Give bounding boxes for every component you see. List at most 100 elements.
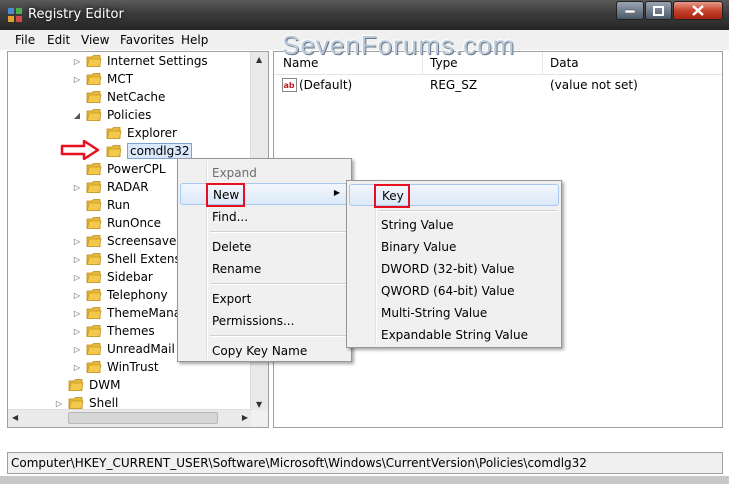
maximize-icon — [653, 5, 664, 16]
folder-icon — [86, 55, 102, 67]
status-bar: Computer\HKEY_CURRENT_USER\Software\Micr… — [7, 452, 723, 474]
taskbar-edge — [0, 476, 729, 484]
context-menu: Expand New ▶ Find... Delete Rename Expor… — [177, 158, 352, 362]
scroll-down-icon[interactable]: ▼ — [256, 400, 262, 409]
menu-item-label: Binary Value — [381, 240, 457, 254]
value-type: REG_SZ — [430, 78, 478, 92]
expand-icon[interactable]: ▷ — [72, 255, 82, 264]
window-title: Registry Editor — [28, 7, 124, 22]
menu-item-find[interactable]: Find... — [180, 206, 349, 228]
tree-item-label: Themes — [107, 324, 155, 338]
folder-icon — [68, 379, 84, 391]
tree-item[interactable]: PowerCPL — [72, 160, 166, 178]
menu-item-rename[interactable]: Rename — [180, 258, 349, 280]
folder-icon — [86, 253, 102, 265]
menu-view[interactable]: View — [81, 33, 109, 47]
tree-item[interactable]: ▷ Sidebar — [72, 268, 153, 286]
folder-icon — [86, 307, 102, 319]
expand-icon[interactable]: ▷ — [72, 183, 82, 192]
menu-item-expandable-string-value[interactable]: Expandable String Value — [349, 324, 559, 346]
maximize-button[interactable] — [645, 1, 672, 20]
tree-item[interactable]: ▷ MCT — [72, 70, 133, 88]
red-arrow-icon — [60, 140, 100, 160]
close-button[interactable] — [673, 1, 723, 20]
menu-separator — [210, 231, 346, 233]
menu-item-copy-key-name[interactable]: Copy Key Name — [180, 340, 349, 362]
menu-item-export[interactable]: Export — [180, 288, 349, 310]
tree-item-label: WinTrust — [107, 360, 159, 374]
title-bar[interactable]: Registry Editor — [0, 0, 729, 30]
tree-item[interactable]: ▷ UnreadMail — [72, 340, 175, 358]
scroll-left-icon[interactable]: ◀ — [12, 413, 18, 422]
menu-file[interactable]: File — [15, 33, 35, 47]
tree-item-label: Telephony — [107, 288, 168, 302]
column-header-data[interactable]: Data — [550, 56, 579, 70]
menu-item-delete[interactable]: Delete — [180, 236, 349, 258]
list-row-default[interactable]: ab (Default) REG_SZ (value not set) — [274, 77, 722, 95]
scroll-right-icon[interactable]: ▶ — [242, 413, 248, 422]
close-icon — [692, 5, 704, 16]
folder-icon — [86, 343, 102, 355]
minimize-button[interactable] — [616, 1, 644, 20]
tree-item[interactable]: ▷ Screensavers — [72, 232, 188, 250]
tree-item[interactable]: Run — [72, 196, 130, 214]
svg-text:ab: ab — [284, 81, 295, 90]
menu-item-binary-value[interactable]: Binary Value — [349, 236, 559, 258]
folder-icon — [106, 127, 122, 139]
menu-item-label: Export — [212, 292, 252, 306]
tree-item-label: UnreadMail — [107, 342, 175, 356]
scroll-thumb[interactable] — [68, 412, 218, 424]
minimize-icon — [625, 9, 635, 13]
tree-item-label: Policies — [107, 108, 152, 122]
menu-item-multi-string-value[interactable]: Multi-String Value — [349, 302, 559, 324]
expand-icon[interactable]: ▷ — [72, 291, 82, 300]
menu-item-string-value[interactable]: String Value — [349, 214, 559, 236]
tree-item[interactable]: ▷ ThemeManag — [72, 304, 189, 322]
folder-icon — [86, 199, 102, 211]
menu-item-permissions[interactable]: Permissions... — [180, 310, 349, 332]
folder-icon — [86, 361, 102, 373]
folder-icon — [86, 163, 102, 175]
tree-item[interactable]: ▷ WinTrust — [72, 358, 159, 376]
folder-icon — [106, 145, 122, 157]
tree-item[interactable]: Explorer — [92, 124, 177, 142]
expand-icon[interactable]: ▷ — [72, 363, 82, 372]
tree-item[interactable]: DWM — [54, 376, 120, 394]
tree-item[interactable]: ▷ RADAR — [72, 178, 149, 196]
menu-item-dword-value[interactable]: DWORD (32-bit) Value — [349, 258, 559, 280]
collapse-icon[interactable]: ◢ — [72, 111, 82, 120]
menu-item-label: QWORD (64-bit) Value — [381, 284, 515, 298]
expand-icon[interactable]: ▷ — [72, 237, 82, 246]
tree-item[interactable]: ▷ Internet Settings — [72, 52, 208, 70]
tree-item[interactable]: ▷ Telephony — [72, 286, 168, 304]
expand-icon[interactable]: ▷ — [72, 57, 82, 66]
menu-separator — [379, 210, 557, 212]
tree-item-label: MCT — [107, 72, 134, 86]
tree-item[interactable]: ▷ Shell Extensio — [72, 250, 191, 268]
expand-icon[interactable]: ▷ — [72, 309, 82, 318]
column-divider[interactable] — [542, 52, 543, 74]
tree-item[interactable]: NetCache — [72, 88, 165, 106]
scroll-up-icon[interactable]: ▲ — [256, 55, 262, 64]
menu-item-qword-value[interactable]: QWORD (64-bit) Value — [349, 280, 559, 302]
highlight-box — [374, 184, 410, 208]
expand-icon[interactable]: ▷ — [72, 75, 82, 84]
tree-item-label: Shell — [89, 396, 119, 410]
expand-icon[interactable]: ▷ — [54, 399, 64, 408]
registry-editor-icon — [8, 8, 22, 22]
tree-item-label: Explorer — [127, 126, 177, 140]
tree-item[interactable]: ▷ Themes — [72, 322, 155, 340]
tree-item-label: Screensavers — [107, 234, 188, 248]
menu-edit[interactable]: Edit — [47, 33, 70, 47]
menu-favorites[interactable]: Favorites — [120, 33, 174, 47]
tree-item[interactable]: ◢ Policies — [72, 106, 151, 124]
expand-icon[interactable]: ▷ — [72, 345, 82, 354]
tree-horizontal-scrollbar[interactable]: ◀ ▶ — [8, 409, 252, 427]
expand-icon[interactable]: ▷ — [72, 327, 82, 336]
menu-item-expand[interactable]: Expand — [180, 162, 349, 184]
expand-icon[interactable]: ▷ — [72, 273, 82, 282]
tree-item[interactable]: RunOnce — [72, 214, 161, 232]
scroll-corner — [251, 410, 268, 427]
menu-help[interactable]: Help — [181, 33, 208, 47]
menu-item-label: Expand — [212, 166, 257, 180]
